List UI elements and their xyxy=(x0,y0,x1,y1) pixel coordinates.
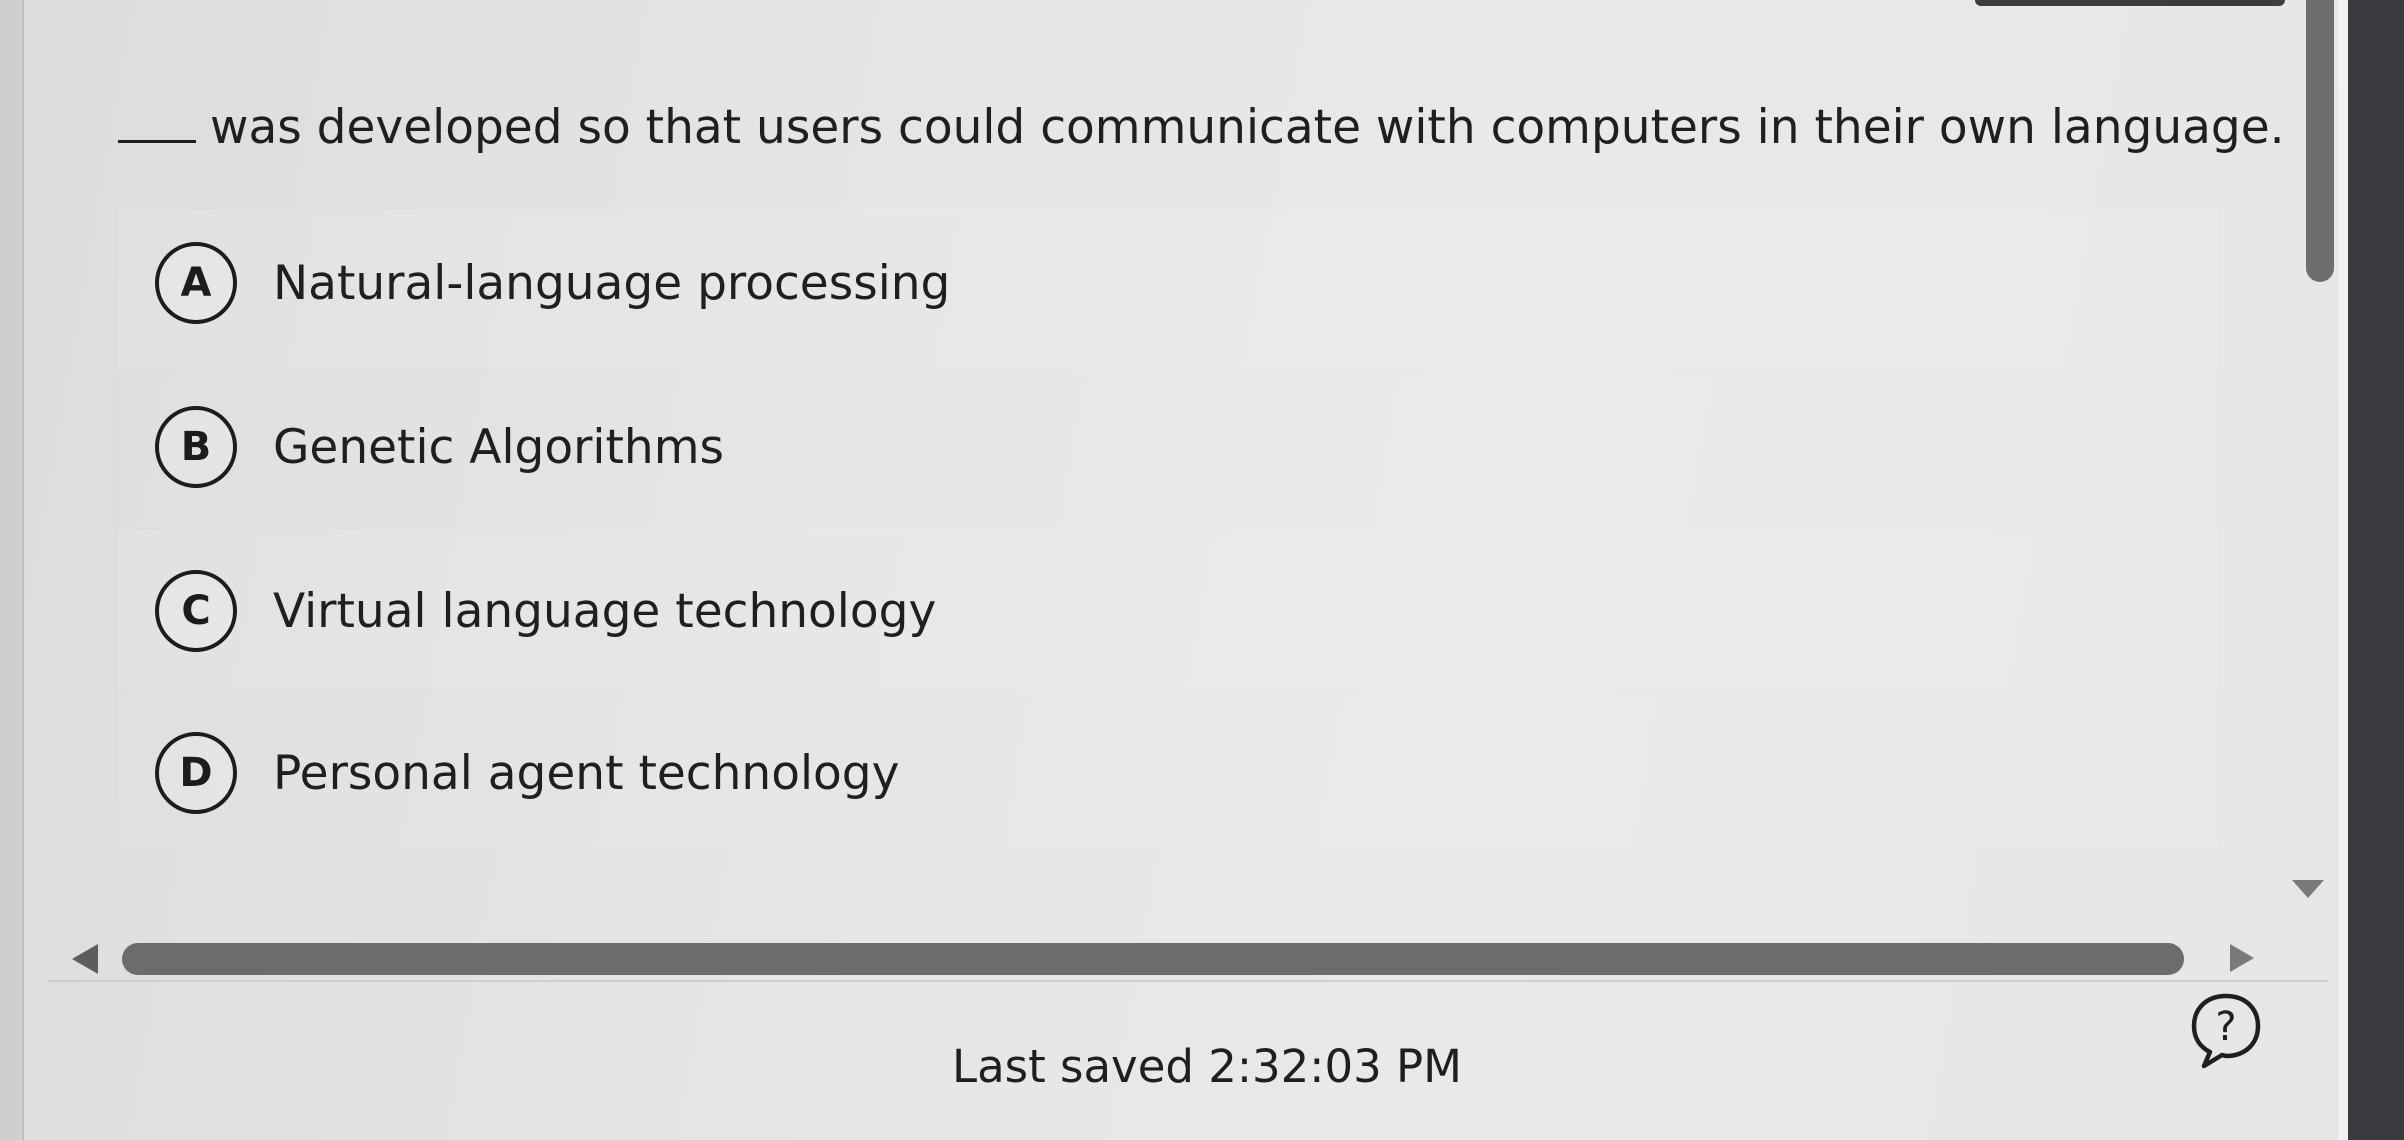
triangle-left-icon[interactable] xyxy=(72,944,98,974)
left-frame-edge xyxy=(0,0,24,1140)
option-b-label[interactable]: Genetic Algorithms xyxy=(273,420,724,475)
right-frame-highlight xyxy=(2338,0,2348,1140)
option-d-label[interactable]: Personal agent technology xyxy=(273,746,899,801)
option-c-radio[interactable]: C xyxy=(155,570,237,652)
question-bubble-icon[interactable]: ? xyxy=(2186,990,2266,1070)
vertical-scrollbar-thumb[interactable] xyxy=(2306,0,2334,282)
question-blank xyxy=(118,132,196,143)
triangle-right-icon[interactable] xyxy=(2230,944,2254,972)
option-b-radio[interactable]: B xyxy=(155,406,237,488)
option-a-radio[interactable]: A xyxy=(155,242,237,324)
quiz-screen: was developed so that users could commun… xyxy=(0,0,2404,1140)
horizontal-scrollbar-thumb[interactable] xyxy=(122,943,2184,975)
right-frame-edge xyxy=(2348,0,2404,1140)
option-a[interactable]: A Natural-language processing xyxy=(155,242,950,324)
triangle-down-icon[interactable] xyxy=(2292,880,2324,898)
top-button-edge[interactable] xyxy=(1975,0,2285,6)
option-c-label[interactable]: Virtual language technology xyxy=(273,584,936,639)
svg-text:?: ? xyxy=(2215,1004,2236,1050)
option-d[interactable]: D Personal agent technology xyxy=(155,732,899,814)
question-text: was developed so that users could commun… xyxy=(118,100,2285,155)
option-b[interactable]: B Genetic Algorithms xyxy=(155,406,724,488)
footer-divider xyxy=(48,980,2328,982)
option-c[interactable]: C Virtual language technology xyxy=(155,570,936,652)
last-saved-status: Last saved 2:32:03 PM xyxy=(952,1040,1462,1093)
option-a-label[interactable]: Natural-language processing xyxy=(273,256,950,311)
question-stem: was developed so that users could commun… xyxy=(210,100,2285,155)
option-d-radio[interactable]: D xyxy=(155,732,237,814)
